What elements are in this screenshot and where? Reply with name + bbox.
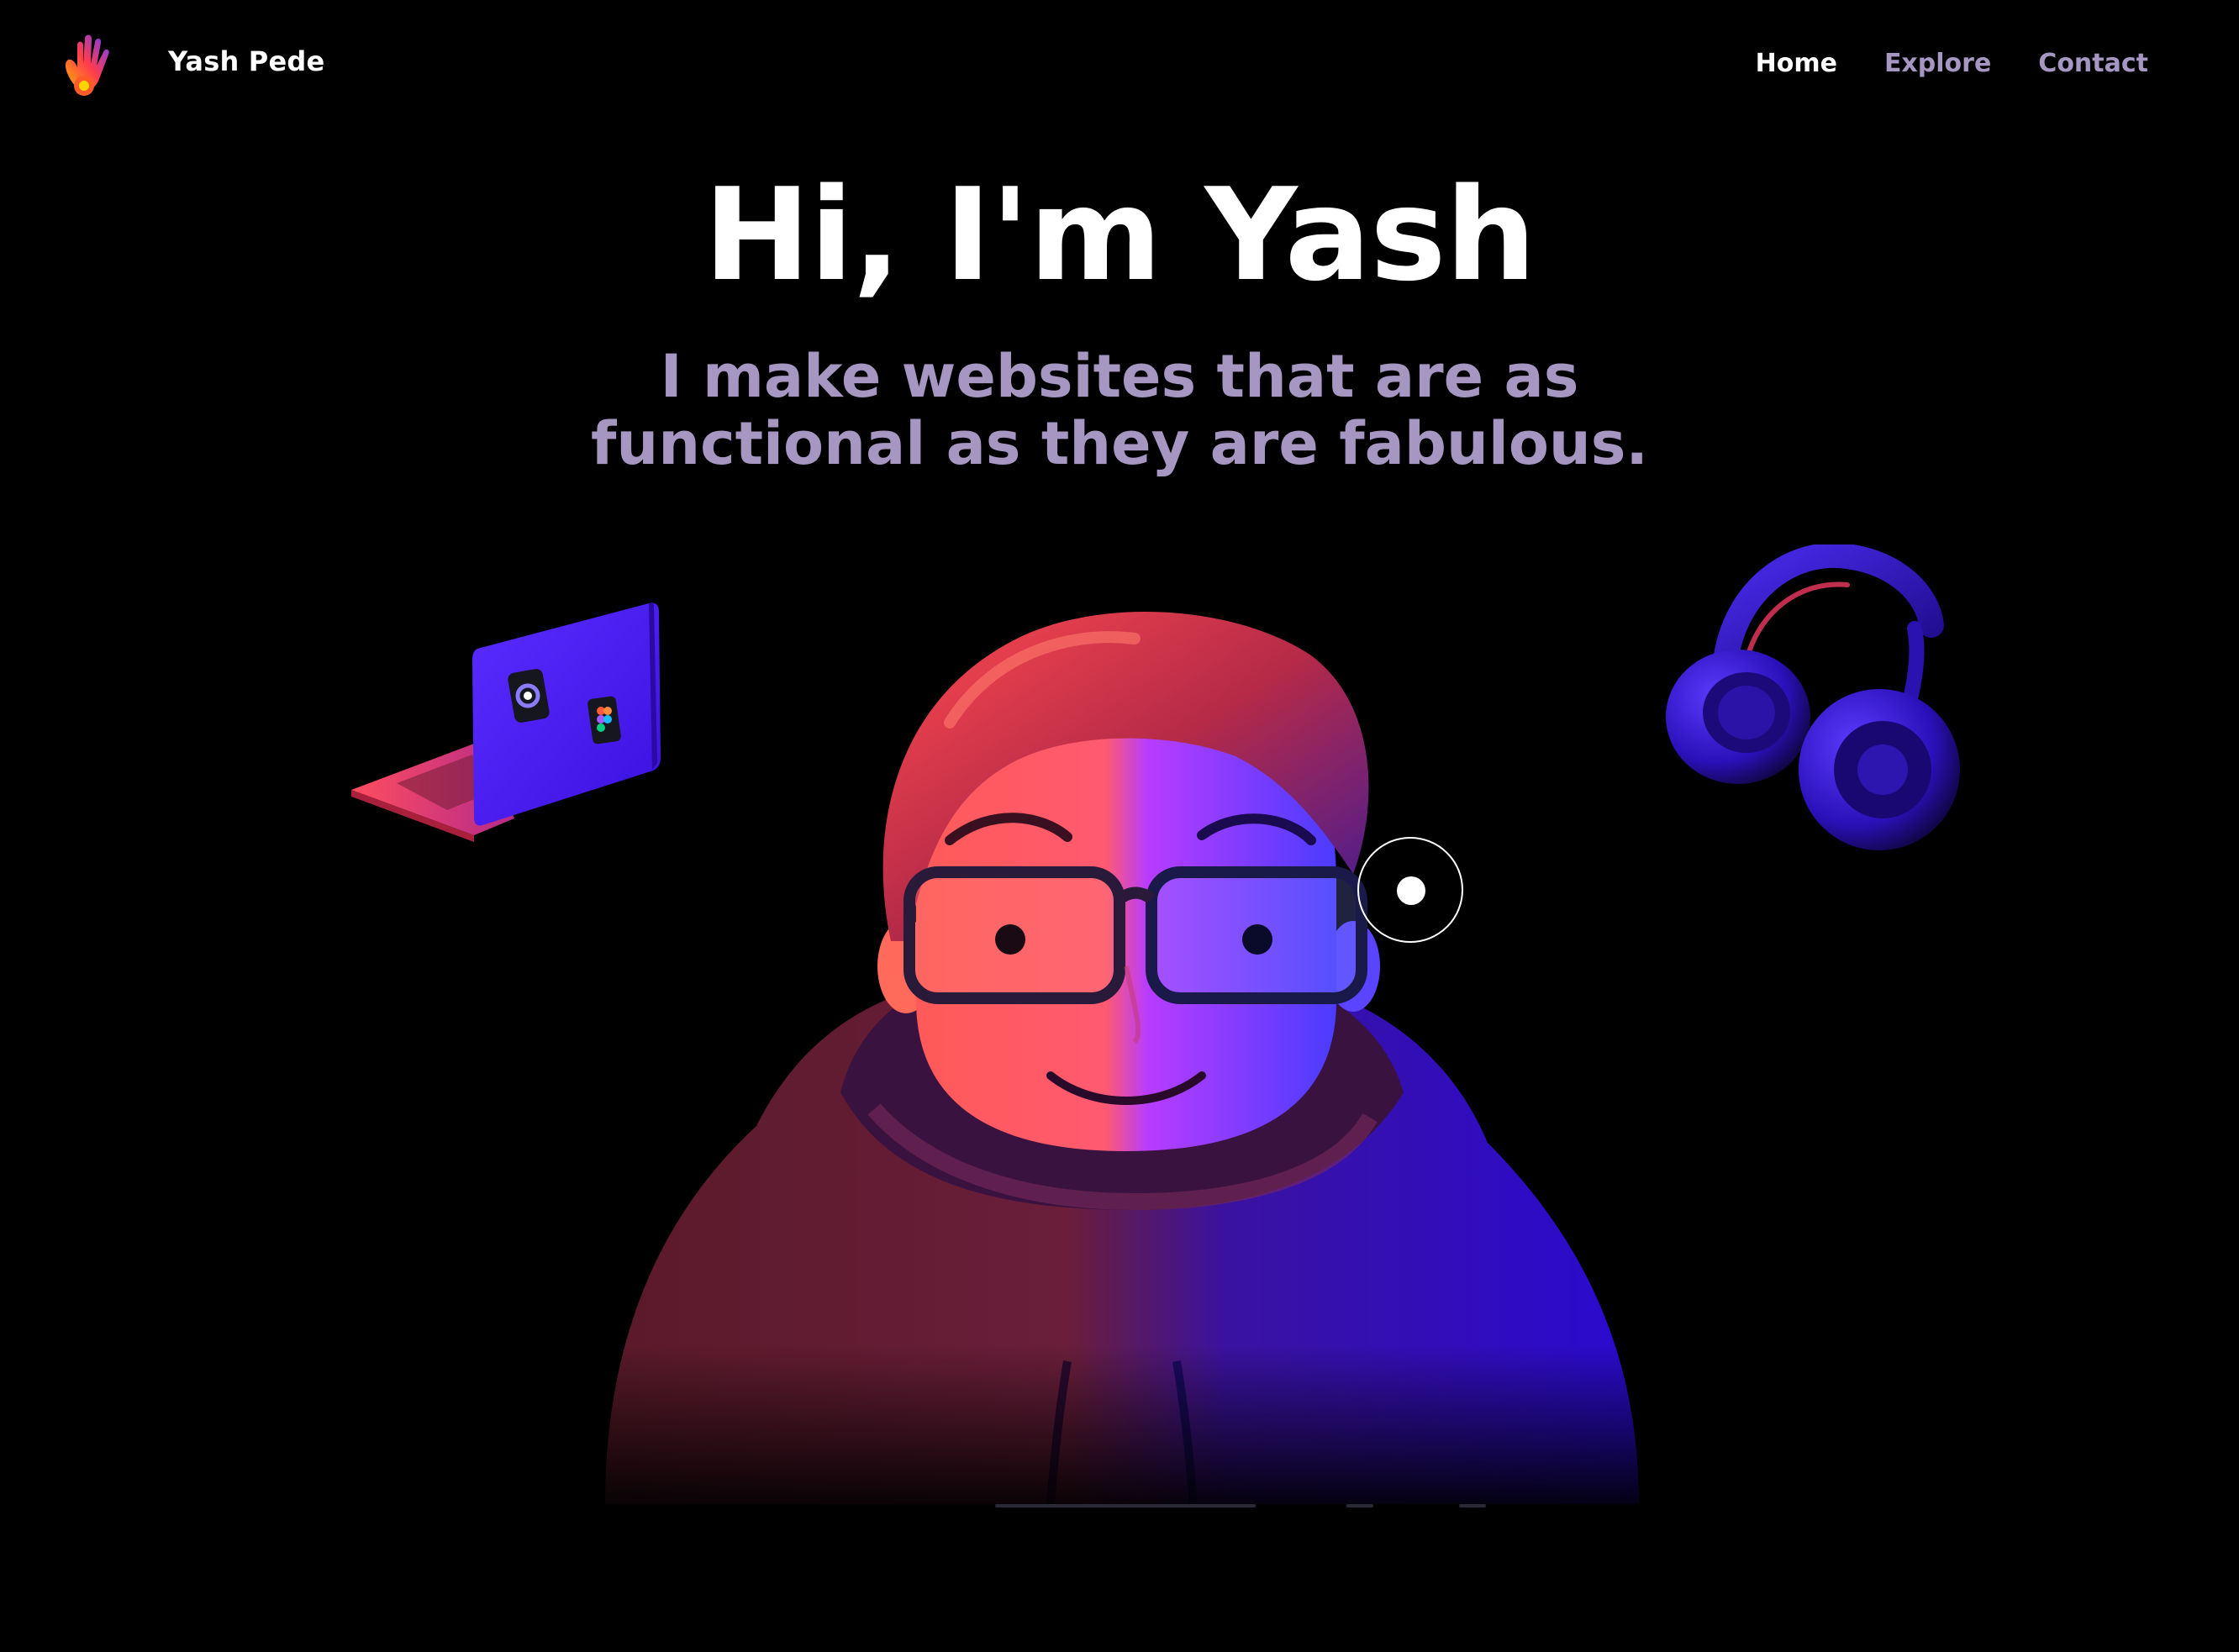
hero-subtitle: I make websites that are as functional a… — [0, 343, 2239, 477]
carousel-indicators — [995, 1504, 1499, 1509]
indicator-1[interactable] — [995, 1504, 1256, 1507]
cursor-ring — [1357, 837, 1463, 943]
hero-subtitle-line-1: I make websites that are as — [660, 342, 1579, 411]
nav-contact-link[interactable]: Contact — [2038, 49, 2148, 78]
hero-subtitle-line-2: functional as they are fabulous. — [590, 409, 1649, 478]
brand-name[interactable]: Yash Pede — [168, 45, 324, 77]
nav-home-link[interactable]: Home — [1756, 49, 1837, 78]
avatar-illustration — [597, 611, 1656, 1521]
indicator-2[interactable] — [1346, 1504, 1373, 1507]
navbar: Yash Pede Home Explore Contact — [0, 0, 2239, 134]
nav-links: Home Explore Contact — [1756, 49, 2148, 78]
headphones-icon — [1666, 545, 1960, 850]
cursor-dot — [1397, 876, 1425, 905]
indicator-3[interactable] — [1459, 1504, 1486, 1507]
nav-explore-link[interactable]: Explore — [1884, 49, 1991, 78]
hero-title: Hi, I'm Yash — [703, 160, 1536, 309]
waving-hand-icon[interactable] — [57, 30, 121, 106]
